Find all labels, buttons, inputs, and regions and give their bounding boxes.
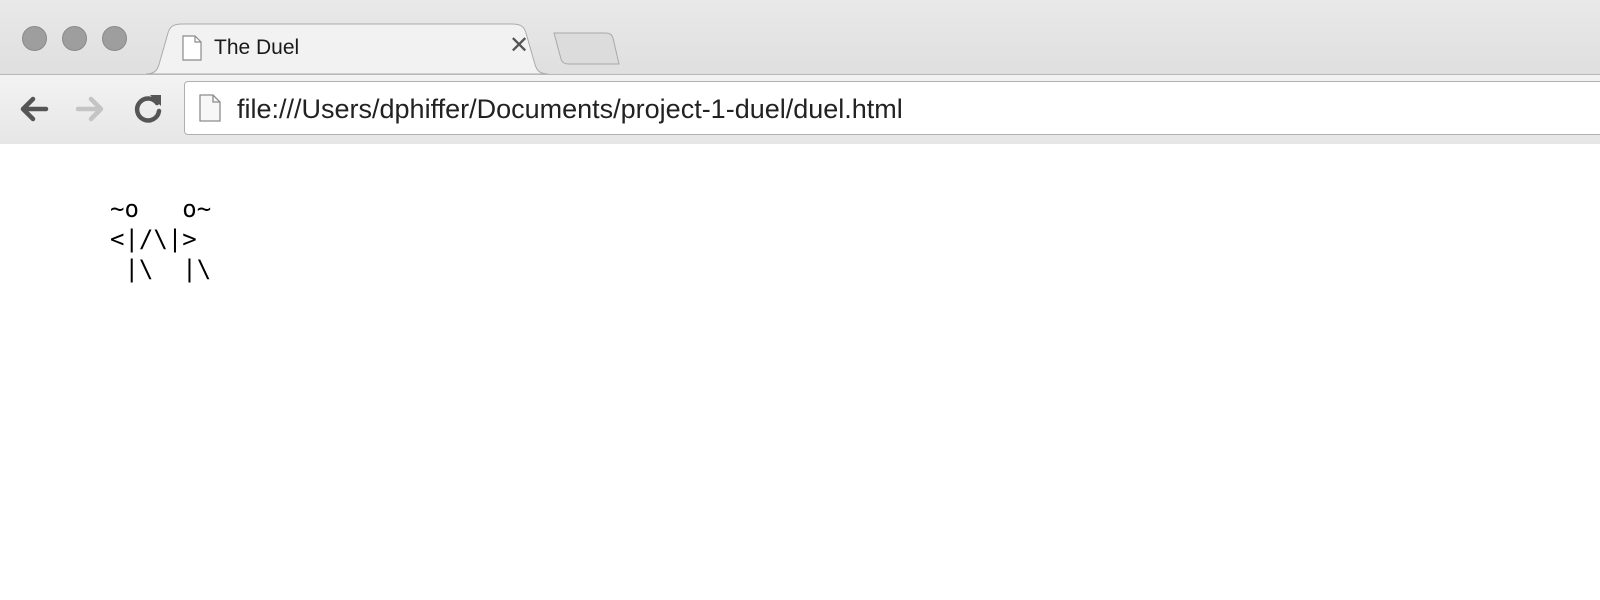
back-arrow-icon[interactable] xyxy=(16,91,52,127)
close-tab-icon[interactable]: ✕ xyxy=(506,33,532,59)
tab-title: The Duel xyxy=(214,36,300,59)
page-icon xyxy=(199,94,221,122)
forward-arrow-icon[interactable] xyxy=(72,91,108,127)
reload-icon[interactable] xyxy=(130,91,166,127)
address-bar[interactable]: file:///Users/dphiffer/Documents/project… xyxy=(184,81,1600,135)
browser-chrome: The Duel ✕ file:///Users/dphiffer/Docume… xyxy=(0,0,1600,144)
new-tab-button[interactable] xyxy=(552,31,622,66)
ascii-art-duel: ~o o~ <|/\|> |\ |\ xyxy=(110,195,212,283)
tab-the-duel[interactable]: The Duel ✕ xyxy=(146,23,549,75)
tab-strip: The Duel ✕ xyxy=(0,0,1600,75)
close-window-button[interactable] xyxy=(22,26,47,51)
tab-shape xyxy=(146,23,549,75)
toolbar: file:///Users/dphiffer/Documents/project… xyxy=(0,74,1600,144)
page-icon xyxy=(182,35,202,61)
zoom-window-button[interactable] xyxy=(102,26,127,51)
minimize-window-button[interactable] xyxy=(62,26,87,51)
page-content: ~o o~ <|/\|> |\ |\ xyxy=(0,144,1600,600)
url-text[interactable]: file:///Users/dphiffer/Documents/project… xyxy=(237,94,903,124)
